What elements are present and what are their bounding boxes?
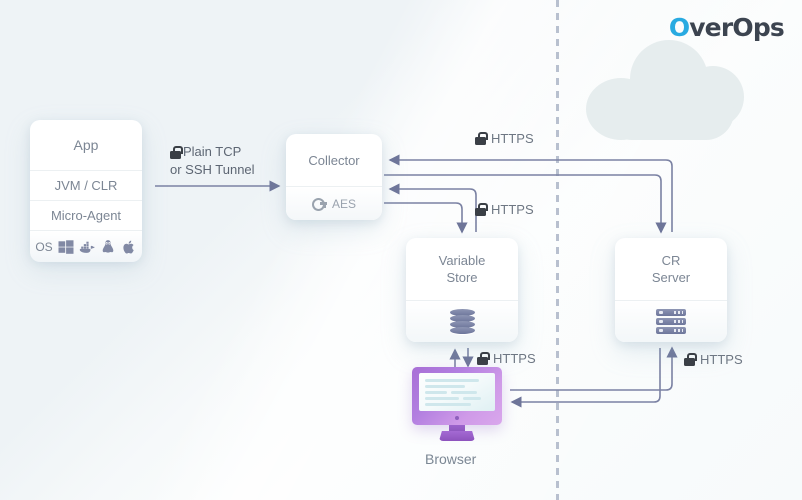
collector-cr-https-label: HTTPS bbox=[475, 131, 534, 146]
app-micro-agent: Micro-Agent bbox=[30, 200, 142, 230]
app-stack-card: App JVM / CLR Micro-Agent OS bbox=[30, 120, 142, 262]
lock-icon bbox=[684, 353, 697, 366]
https-text: HTTPS bbox=[700, 352, 743, 367]
lock-icon bbox=[170, 145, 183, 159]
plain-tcp-text: Plain TCP bbox=[183, 144, 242, 159]
cr-server-title: CR Server bbox=[615, 238, 727, 300]
browser-label: Browser bbox=[425, 451, 477, 467]
lock-icon bbox=[475, 203, 488, 216]
apple-icon bbox=[123, 240, 134, 254]
app-runtime: JVM / CLR bbox=[30, 170, 142, 200]
diagram-canvas: OverOps App JVM / CLR Micro-Agent OS Pla… bbox=[0, 0, 802, 500]
ssh-tunnel-text: or SSH Tunnel bbox=[170, 162, 255, 177]
collector-card: Collector AES bbox=[286, 134, 382, 220]
browser-cr-https-label: HTTPS bbox=[684, 352, 743, 367]
lock-icon bbox=[475, 132, 488, 145]
https-text: HTTPS bbox=[493, 351, 536, 366]
docker-icon bbox=[79, 241, 95, 253]
monitor-power-dot bbox=[455, 416, 459, 420]
app-os-label: OS bbox=[35, 239, 53, 254]
https-text: HTTPS bbox=[491, 202, 534, 217]
https-text: HTTPS bbox=[491, 131, 534, 146]
variable-store-icon-row bbox=[406, 300, 518, 342]
cr-server-title-line1: CR bbox=[661, 253, 681, 268]
monitor-screen bbox=[419, 373, 495, 411]
cr-server-card: CR Server bbox=[615, 238, 727, 342]
collector-title: Collector bbox=[308, 152, 360, 168]
collector-vs-https-label: HTTPS bbox=[475, 202, 534, 217]
browser-vs-https-label: HTTPS bbox=[477, 351, 536, 366]
cr-server-icon-row bbox=[615, 300, 727, 342]
cr-server-title-line2: Server bbox=[651, 270, 691, 285]
monitor-base bbox=[439, 431, 475, 441]
windows-icon bbox=[58, 239, 74, 254]
app-to-collector-label: Plain TCP or SSH Tunnel bbox=[170, 143, 255, 179]
desktop-monitor-icon bbox=[412, 367, 502, 445]
variable-store-title: Variable Store bbox=[406, 238, 518, 300]
database-icon bbox=[449, 308, 475, 335]
collector-cipher-row: AES bbox=[286, 186, 382, 220]
app-title: App bbox=[73, 137, 99, 153]
lock-icon bbox=[477, 352, 490, 365]
linux-icon bbox=[102, 239, 113, 253]
variable-store-title-line2: Store bbox=[446, 270, 478, 285]
variable-store-card: Variable Store bbox=[406, 238, 518, 342]
server-rack-icon bbox=[656, 308, 686, 335]
app-os-row: OS bbox=[30, 230, 142, 262]
monitor-bezel bbox=[412, 367, 502, 425]
variable-store-title-line1: Variable bbox=[438, 253, 486, 268]
key-icon bbox=[311, 198, 327, 211]
collector-cipher-label: AES bbox=[331, 196, 356, 211]
